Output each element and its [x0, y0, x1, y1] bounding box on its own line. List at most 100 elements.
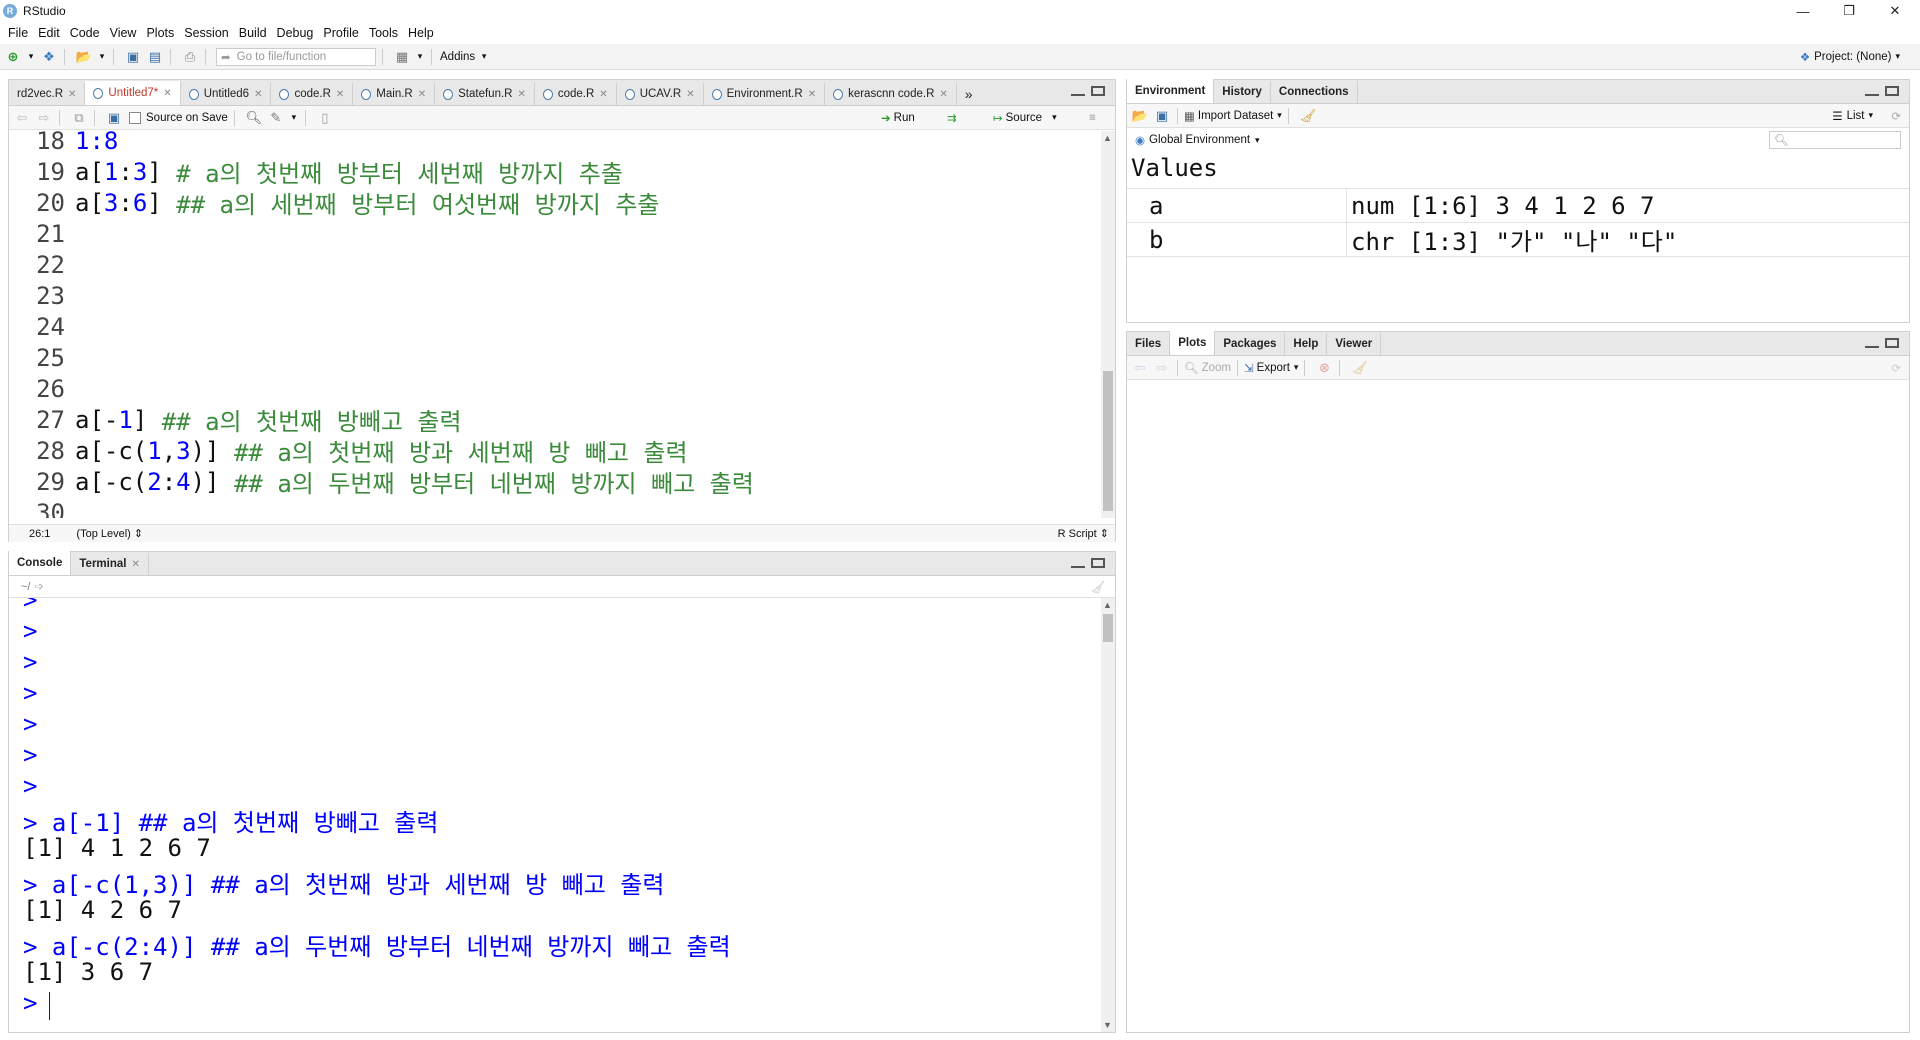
save-icon[interactable]: ▣	[124, 49, 142, 65]
menu-build[interactable]: Build	[239, 26, 267, 40]
close-icon[interactable]: ✕	[131, 559, 139, 570]
addins-button[interactable]: Addins	[440, 51, 475, 63]
minimize-button[interactable]: —	[1780, 0, 1826, 22]
grid-layout-icon[interactable]: ▦	[393, 49, 411, 65]
export-button[interactable]: ⇲ Export ▾	[1244, 361, 1298, 375]
console-input-prompt[interactable]: >	[23, 989, 52, 1017]
console-scrollbar[interactable]: ▲ ▼	[1101, 598, 1115, 1032]
refresh-icon[interactable]: ⟳	[1891, 109, 1901, 123]
chevron-down-icon[interactable]: ▾	[479, 49, 489, 65]
tab-main[interactable]: Main.R ✕	[353, 83, 436, 105]
tab-console[interactable]: Console	[9, 551, 72, 575]
import-dataset-button[interactable]: ▦ Import Dataset ▾	[1184, 109, 1282, 123]
close-icon[interactable]: ✕	[68, 89, 76, 100]
close-icon[interactable]: ✕	[336, 89, 344, 100]
scope-selector[interactable]: (Top Level) ⇕	[76, 527, 143, 540]
tab-statefun[interactable]: Statefun.R ✕	[435, 83, 535, 105]
new-file-icon[interactable]: ⊕	[4, 49, 22, 65]
menu-tools[interactable]: Tools	[369, 26, 398, 40]
menu-debug[interactable]: Debug	[277, 26, 314, 40]
source-button[interactable]: ↦ Source ▾	[993, 111, 1057, 125]
maximize-pane-icon[interactable]	[1885, 338, 1899, 348]
more-tabs-icon[interactable]: »	[957, 83, 981, 105]
chevron-down-icon[interactable]: ▾	[415, 49, 425, 65]
chevron-down-icon[interactable]: ▾	[97, 49, 107, 65]
show-in-window-icon[interactable]: ⧉	[70, 110, 88, 126]
tab-terminal[interactable]: Terminal ✕	[71, 553, 149, 575]
tab-ucav[interactable]: UCAV.R ✕	[617, 83, 704, 105]
tab-help[interactable]: Help	[1285, 333, 1328, 355]
project-menu[interactable]: ❖ Project: (None) ▾	[1800, 50, 1900, 64]
tab-viewer[interactable]: Viewer	[1327, 333, 1382, 355]
close-icon[interactable]: ✕	[808, 89, 816, 100]
maximize-pane-icon[interactable]	[1885, 86, 1899, 96]
goto-file-input[interactable]: ➦ Go to file/function	[216, 47, 376, 66]
minimize-pane-icon[interactable]	[1865, 86, 1879, 96]
tab-packages[interactable]: Packages	[1215, 333, 1286, 355]
save-workspace-icon[interactable]: ▣	[1153, 108, 1171, 124]
menu-file[interactable]: File	[8, 26, 28, 40]
menu-code[interactable]: Code	[70, 26, 100, 40]
back-arrow-icon[interactable]: ⇦	[13, 110, 31, 126]
tab-plots[interactable]: Plots	[1170, 331, 1216, 355]
tab-files[interactable]: Files	[1127, 333, 1171, 355]
menu-edit[interactable]: Edit	[38, 26, 60, 40]
console-scroll-thumb[interactable]	[1103, 614, 1113, 642]
forward-arrow-icon[interactable]: ⇨	[35, 110, 53, 126]
tab-code[interactable]: code.R ✕	[271, 83, 354, 105]
close-icon[interactable]: ✕	[517, 89, 525, 100]
menu-plots[interactable]: Plots	[146, 26, 174, 40]
next-plot-icon[interactable]: ⇨	[1153, 360, 1171, 376]
broom-icon[interactable]: 🧹︎	[1350, 360, 1368, 376]
tab-kerascnn[interactable]: kerascnn code.R ✕	[825, 83, 957, 105]
env-row[interactable]: a num [1:6] 3 4 1 2 6 7	[1127, 189, 1909, 223]
rerun-icon[interactable]: ⇉	[947, 111, 957, 125]
close-icon[interactable]: ✕	[418, 89, 426, 100]
open-file-icon[interactable]: 📂	[75, 49, 93, 65]
environment-scope-selector[interactable]: ◉ Global Environment ▾	[1135, 133, 1260, 147]
print-icon[interactable]: ⎙	[181, 49, 199, 65]
zoom-button[interactable]: 🔍︎ Zoom	[1184, 361, 1231, 375]
minimize-pane-icon[interactable]	[1865, 338, 1879, 348]
remove-plot-icon[interactable]: ⊗	[1315, 360, 1333, 376]
editor-scroll-thumb[interactable]	[1103, 371, 1113, 511]
scroll-up-icon[interactable]: ▲	[1103, 600, 1112, 610]
file-type-selector[interactable]: R Script ⇕	[1058, 527, 1109, 540]
tab-untitled6[interactable]: Untitled6 ✕	[181, 83, 272, 105]
menu-session[interactable]: Session	[184, 26, 228, 40]
maximize-button[interactable]: ❐	[1826, 0, 1872, 22]
working-directory[interactable]: ~/	[21, 581, 30, 593]
menu-view[interactable]: View	[110, 26, 137, 40]
clear-console-icon[interactable]: 🧹︎	[1090, 580, 1105, 594]
environment-search-input[interactable]: 🔍︎	[1769, 131, 1901, 149]
scroll-up-icon[interactable]: ▲	[1103, 133, 1112, 143]
search-icon[interactable]: 🔍︎	[245, 110, 263, 126]
minimize-pane-icon[interactable]	[1071, 86, 1085, 96]
new-project-icon[interactable]: ❖	[40, 49, 58, 65]
tab-rd2vec[interactable]: rd2vec.R ✕	[9, 83, 86, 105]
tab-connections[interactable]: Connections	[1271, 81, 1358, 103]
tab-environment[interactable]: Environment.R ✕	[704, 83, 826, 105]
tab-code-2[interactable]: code.R ✕	[535, 83, 617, 105]
chevron-down-icon[interactable]: ▾	[26, 49, 36, 65]
load-workspace-icon[interactable]: 📂	[1131, 108, 1149, 124]
save-all-icon[interactable]: ▤	[146, 49, 164, 65]
editor-scrollbar[interactable]: ▲	[1101, 131, 1115, 518]
close-button[interactable]: ✕	[1872, 0, 1918, 22]
menu-profile[interactable]: Profile	[323, 26, 358, 40]
close-icon[interactable]: ✕	[599, 89, 607, 100]
previous-plot-icon[interactable]: ⇦	[1131, 360, 1149, 376]
refresh-icon[interactable]: ⟳	[1891, 361, 1901, 375]
tab-environment[interactable]: Environment	[1127, 79, 1215, 103]
maximize-pane-icon[interactable]	[1091, 558, 1105, 568]
close-icon[interactable]: ✕	[254, 89, 262, 100]
minimize-pane-icon[interactable]	[1071, 558, 1085, 568]
tab-untitled7[interactable]: Untitled7* ✕	[85, 81, 181, 105]
code-editor[interactable]: 18 1:8 19 a[1:3] # a의 첫번째 방부터 세번째 방까지 추출 2…	[9, 131, 1099, 518]
outline-icon[interactable]: ≡	[1089, 112, 1096, 124]
compile-report-icon[interactable]: ▯	[316, 110, 334, 126]
console-output[interactable]: > > > > > > > > a[-1] ## a의 첫번째 방빼고 출력 […	[9, 598, 1099, 1032]
menu-help[interactable]: Help	[408, 26, 434, 40]
broom-icon[interactable]: 🧹︎	[1299, 108, 1317, 124]
env-row[interactable]: b chr [1:3] "가" "나" "다"	[1127, 223, 1909, 257]
